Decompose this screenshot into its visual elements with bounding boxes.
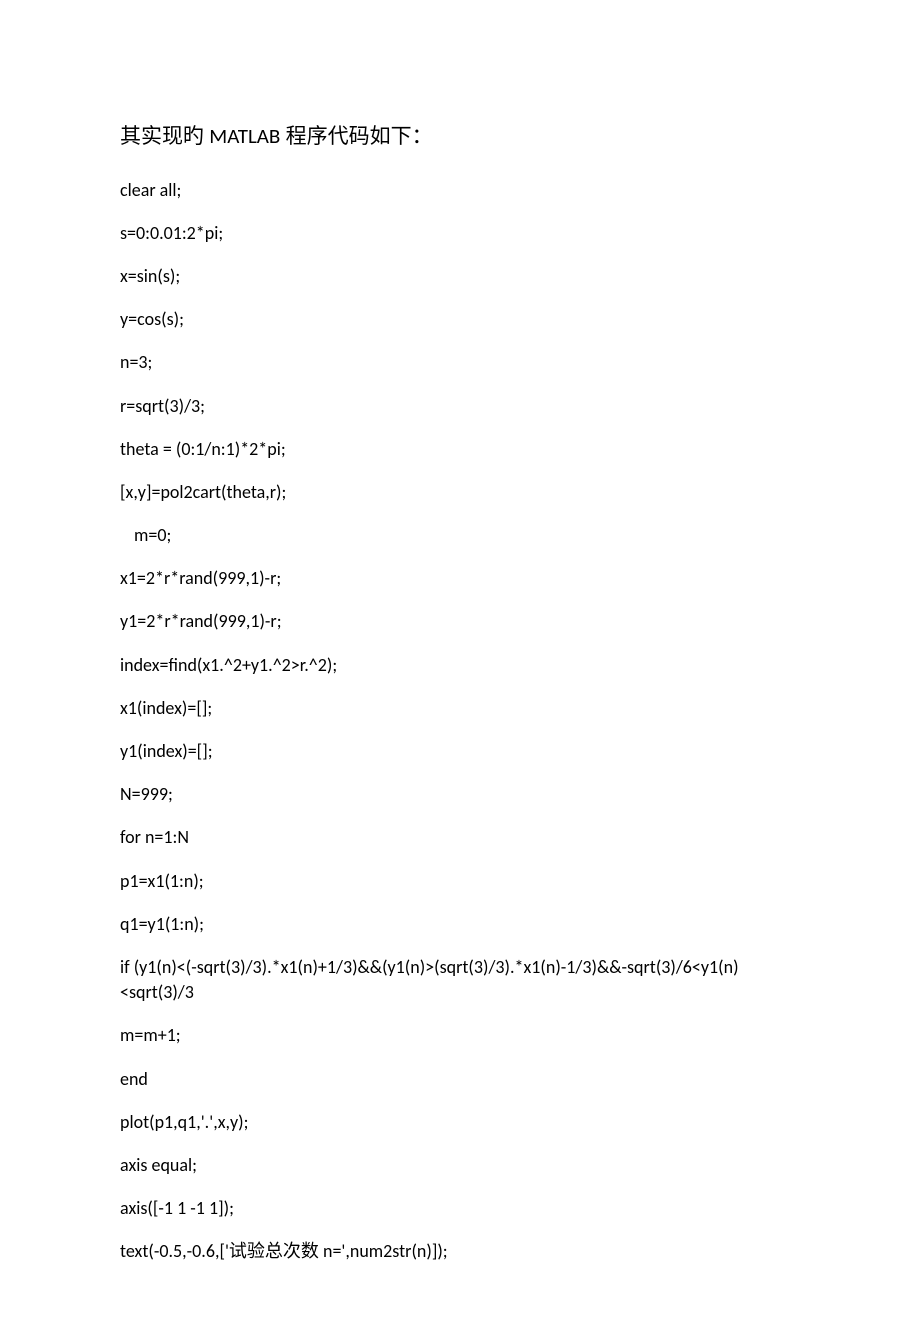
code-line: axis equal; bbox=[120, 1153, 800, 1178]
code-line: end bbox=[120, 1067, 800, 1092]
code-line: n=3; bbox=[120, 350, 800, 375]
heading-latin: MATLAB bbox=[209, 123, 280, 149]
code-line: x1=2*r*rand(999,1)-r; bbox=[120, 566, 800, 591]
code-line: for n=1:N bbox=[120, 825, 800, 850]
code-line: axis([-1 1 -1 1]); bbox=[120, 1196, 800, 1221]
code-line: y1(index)=[]; bbox=[120, 739, 800, 764]
code-line: x1(index)=[]; bbox=[120, 696, 800, 721]
code-line: [x,y]=pol2cart(theta,r); bbox=[120, 480, 800, 505]
code-line: index=find(x1.^2+y1.^2>r.^2); bbox=[120, 653, 800, 678]
code-line: q1=y1(1:n); bbox=[120, 912, 800, 937]
code-line: p1=x1(1:n); bbox=[120, 869, 800, 894]
code-line: N=999; bbox=[120, 782, 800, 807]
code-line: s=0:0.01:2*pi; bbox=[120, 221, 800, 246]
code-line: clear all; bbox=[120, 178, 800, 203]
code-line: x=sin(s); bbox=[120, 264, 800, 289]
code-line: y1=2*r*rand(999,1)-r; bbox=[120, 609, 800, 634]
code-line: m=0; bbox=[120, 523, 800, 548]
code-line: theta = (0:1/n:1)*2*pi; bbox=[120, 437, 800, 462]
heading-suffix: 程序代码如下： bbox=[280, 124, 432, 148]
code-line: y=cos(s); bbox=[120, 307, 800, 332]
section-heading: 其实现旳 MATLAB 程序代码如下： bbox=[120, 120, 800, 154]
heading-prefix: 其实现旳 bbox=[120, 124, 209, 148]
code-line: text(-0.5,-0.6,['试验总次数 n=',num2str(n)]); bbox=[120, 1239, 800, 1264]
code-line: m=m+1; bbox=[120, 1023, 800, 1048]
code-line: if (y1(n)<(-sqrt(3)/3).*x1(n)+1/3)&&(y1(… bbox=[120, 955, 800, 1005]
code-line: plot(p1,q1,'.',x,y); bbox=[120, 1110, 800, 1135]
document-page: 其实现旳 MATLAB 程序代码如下： clear all; s=0:0.01:… bbox=[0, 0, 920, 1342]
code-line: r=sqrt(3)/3; bbox=[120, 394, 800, 419]
